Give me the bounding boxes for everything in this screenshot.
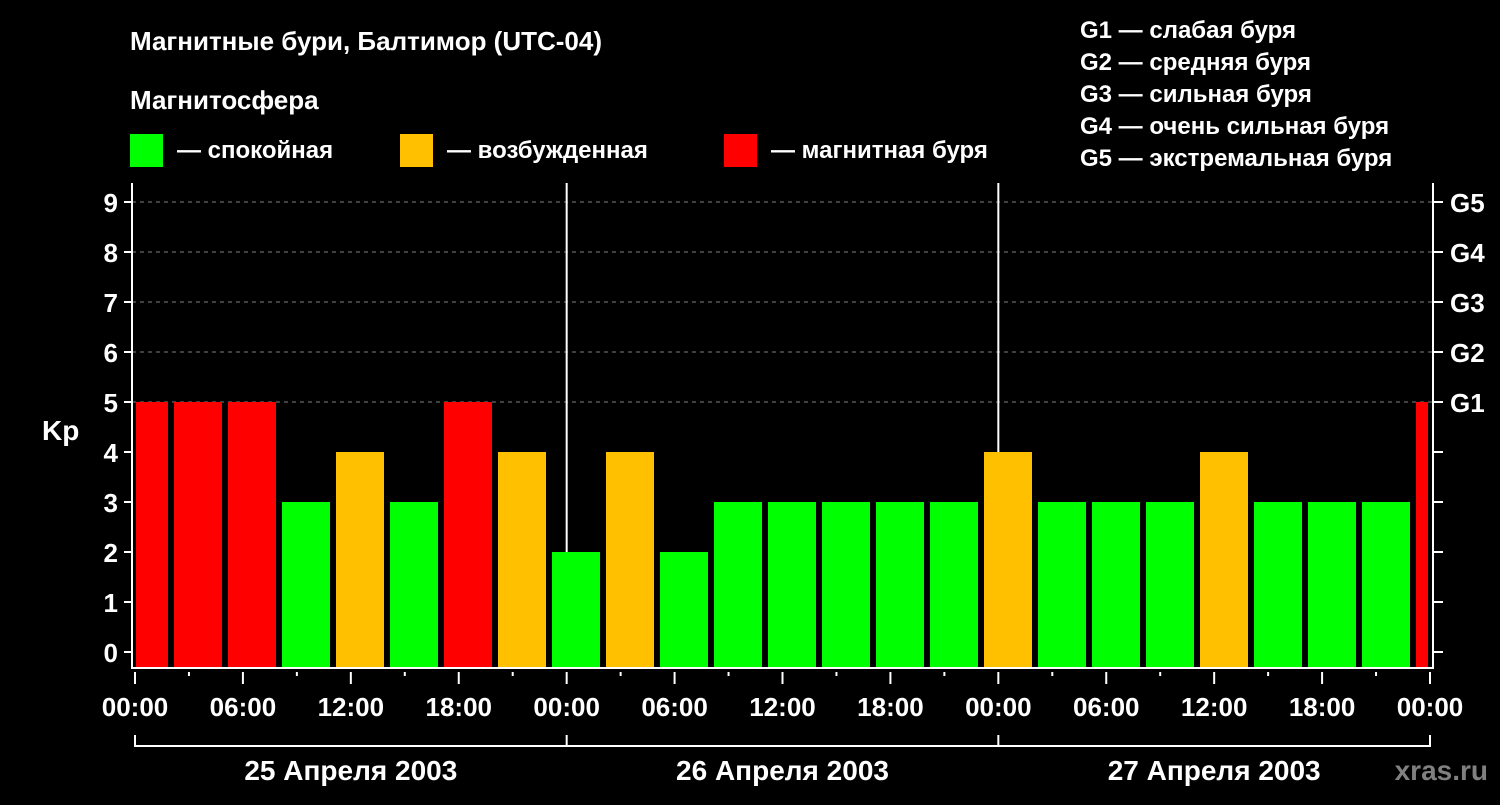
kp-chart: Магнитные бури, Балтимор (UTC-04) Магнит…	[42, 17, 1488, 786]
legend: — спокойная — возбужденная — магнитная бур…	[130, 134, 988, 167]
g-scale-item: G4 — очень сильная буря	[1080, 113, 1389, 140]
y-tick-label: 5	[104, 388, 118, 418]
bar	[984, 452, 1032, 668]
chart-title: Магнитные бури, Балтимор (UTC-04)	[130, 26, 602, 56]
legend-title: Магнитосфера	[130, 85, 319, 115]
bar	[336, 452, 384, 668]
bar	[714, 502, 762, 668]
g-level-label: G2	[1450, 338, 1485, 368]
bar	[822, 502, 870, 668]
y-tick-label: 9	[104, 188, 118, 218]
x-tick-label: 00:00	[533, 692, 600, 722]
date-label: 25 Апреля 2003	[244, 755, 457, 786]
x-tick-label: 06:00	[641, 692, 708, 722]
date-label: 26 Апреля 2003	[676, 755, 889, 786]
g-level-label: G3	[1450, 288, 1485, 318]
x-tick-label: 12:00	[1181, 692, 1248, 722]
g-scale-item: G2 — средняя буря	[1080, 49, 1311, 76]
legend-label: — спокойная	[177, 137, 333, 164]
x-tick-label: 12:00	[318, 692, 385, 722]
bar	[552, 552, 600, 668]
x-tick-label: 18:00	[857, 692, 924, 722]
bar	[768, 502, 816, 668]
bar	[660, 552, 708, 668]
bar	[1362, 502, 1410, 668]
bar	[1038, 502, 1086, 668]
x-tick-label: 18:00	[1289, 692, 1356, 722]
bar	[930, 502, 978, 668]
bar	[174, 402, 222, 668]
bar	[1092, 502, 1140, 668]
bar	[228, 402, 276, 668]
g-scale-item: G3 — сильная буря	[1080, 81, 1312, 108]
legend-label: — возбужденная	[447, 137, 648, 164]
legend-swatch	[400, 134, 433, 167]
g-scale-item: G5 — экстремальная буря	[1080, 145, 1392, 172]
y-tick-label: 7	[104, 288, 118, 318]
bar	[1200, 452, 1248, 668]
x-tick-label: 12:00	[749, 692, 816, 722]
legend-label: — магнитная буря	[771, 137, 988, 164]
y-tick-label: 8	[104, 238, 118, 268]
bar	[1254, 502, 1302, 668]
x-tick-label: 06:00	[210, 692, 277, 722]
bar	[282, 502, 330, 668]
bar	[1146, 502, 1194, 668]
legend-swatch	[724, 134, 757, 167]
bar	[606, 452, 654, 668]
x-tick-label: 00:00	[965, 692, 1032, 722]
y-axis-label: Kp	[42, 415, 79, 446]
date-bracket	[134, 735, 1431, 747]
bars	[136, 402, 1428, 668]
y-tick-label: 1	[104, 588, 118, 618]
y-tick-label: 6	[104, 338, 118, 368]
x-tick-label: 06:00	[1073, 692, 1140, 722]
axes: 0 1 2 3 4 5 6 7 8 9 G1 G2 G3 G4 G5 00:00 06:00 12:00 18:00…	[102, 183, 1485, 786]
bar	[498, 452, 546, 668]
bar	[876, 502, 924, 668]
date-label: 27 Апреля 2003	[1108, 755, 1321, 786]
bar	[136, 402, 168, 668]
watermark: xras.ru	[1395, 755, 1488, 786]
g-level-label: G5	[1450, 188, 1485, 218]
y-tick-label: 0	[104, 638, 118, 668]
y-tick-label: 2	[104, 538, 118, 568]
bar	[390, 502, 438, 668]
x-tick-label: 18:00	[426, 692, 493, 722]
x-tick-label: 00:00	[1397, 692, 1464, 722]
g-level-label: G1	[1450, 388, 1485, 418]
y-tick-label: 3	[104, 488, 118, 518]
bar	[444, 402, 492, 668]
bar	[1416, 402, 1428, 668]
g-scale-item: G1 — слабая буря	[1080, 17, 1296, 44]
g-scale-legend: G1 — слабая буря G2 — средняя буря G3 — си…	[1080, 17, 1392, 172]
y-tick-label: 4	[104, 438, 119, 468]
x-tick-label: 00:00	[102, 692, 169, 722]
g-level-label: G4	[1450, 238, 1485, 268]
bar	[1308, 502, 1356, 668]
legend-swatch	[130, 134, 163, 167]
